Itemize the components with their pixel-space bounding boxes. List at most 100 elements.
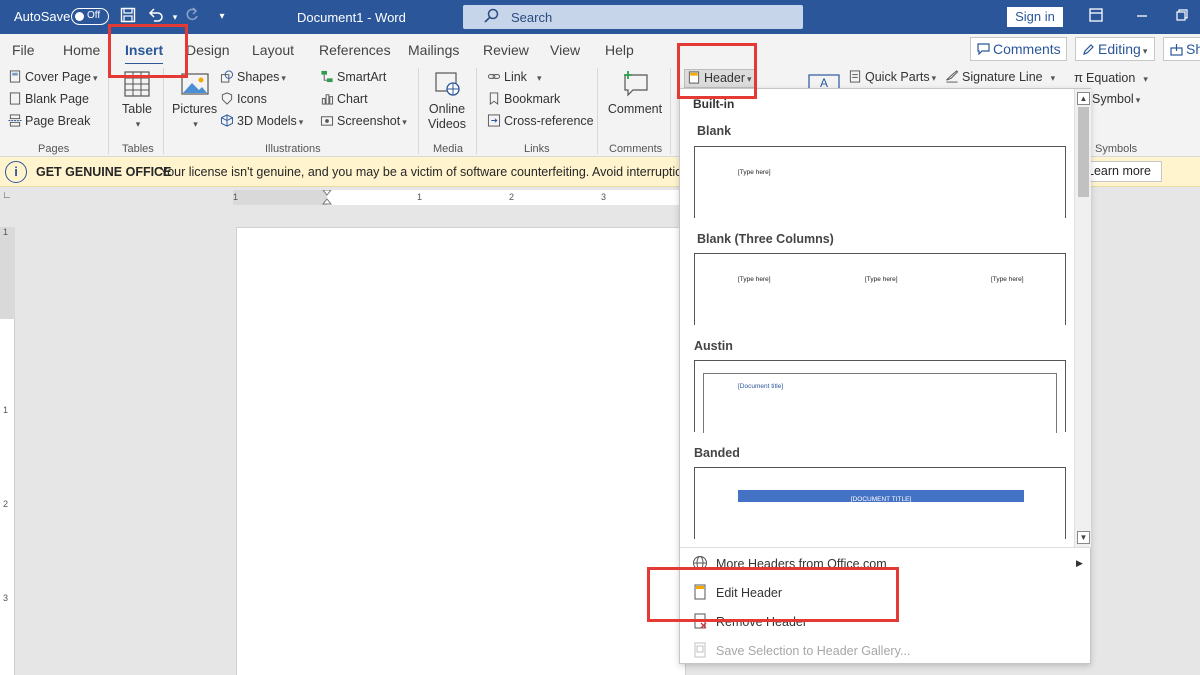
group-separator — [108, 68, 109, 154]
learn-more-button[interactable]: Learn more — [1082, 161, 1162, 182]
blank-page-label: Blank Page — [25, 92, 89, 106]
placeholder-text: [Type here] — [991, 276, 1024, 283]
smartart-icon — [321, 70, 333, 83]
group-label-symbols: Symbols — [1095, 143, 1138, 155]
cover-page-button[interactable]: Cover Page ▾ — [8, 70, 98, 84]
scroll-down-icon[interactable]: ▼ — [1077, 531, 1090, 544]
autosave-state: Off — [87, 10, 101, 21]
cross-reference-button[interactable]: Cross-reference — [487, 114, 594, 128]
quick-parts-button[interactable]: Quick Parts ▾ — [848, 70, 936, 84]
new-comment-button[interactable]: Comment — [606, 70, 664, 117]
editing-button[interactable]: Editing ▾ — [1075, 37, 1155, 61]
screenshot-button[interactable]: Screenshot ▾ — [320, 114, 407, 128]
tab-selector-icon[interactable]: ∟ — [2, 190, 14, 202]
banded-bar: [DOCUMENT TITLE] — [738, 490, 1024, 503]
save-selection-menu-item: Save Selection to Header Gallery... — [716, 644, 911, 658]
ribbon-display-icon[interactable] — [1086, 7, 1106, 27]
comment-label: Comment — [607, 102, 663, 116]
gallery-item-banded[interactable]: [DOCUMENT TITLE] — [694, 467, 1066, 539]
gallery-scrollbar[interactable]: ▲ ▼ — [1074, 89, 1091, 547]
document-page[interactable] — [236, 227, 686, 675]
placeholder-text: [Type here] — [865, 276, 898, 283]
group-label-comments: Comments — [609, 143, 663, 155]
smartart-label: SmartArt — [337, 70, 387, 84]
ruler-mark: 2 — [509, 192, 515, 202]
table-button[interactable]: Table ▾ — [118, 70, 156, 132]
ruler-mark: 3 — [601, 192, 607, 202]
customize-icon[interactable]: ▾ — [212, 7, 232, 27]
chart-button[interactable]: Chart — [320, 92, 368, 106]
group-separator — [476, 68, 477, 154]
placeholder-text: [Document title] — [738, 383, 784, 390]
tab-review[interactable]: Review — [483, 42, 529, 58]
comments-button[interactable]: Comments — [970, 37, 1067, 61]
signature-line-label: Signature Line — [962, 70, 1043, 84]
group-separator — [597, 68, 598, 154]
save-selection-icon — [694, 642, 706, 658]
smartart-button[interactable]: SmartArt — [320, 70, 386, 84]
scrollbar-thumb[interactable] — [1078, 107, 1089, 197]
gallery-item-blank-three-columns[interactable]: [Type here] [Type here] [Type here] — [694, 253, 1066, 325]
icons-button[interactable]: Icons — [220, 92, 267, 106]
shapes-icon — [220, 70, 234, 83]
share-label: Sh — [1186, 41, 1200, 57]
group-label-media: Media — [433, 143, 463, 155]
ruler-mark: 1 — [3, 405, 9, 415]
search-label: Search — [511, 10, 553, 25]
sign-in-button[interactable]: Sign in — [1007, 7, 1063, 27]
pi-icon: π — [1074, 70, 1083, 85]
toggle-knob — [75, 12, 84, 21]
tab-layout[interactable]: Layout — [252, 42, 294, 58]
search-box[interactable]: Search — [463, 5, 803, 29]
autosave-label: AutoSave — [14, 9, 71, 24]
tab-file[interactable]: File — [12, 42, 35, 58]
comment-icon — [977, 43, 990, 55]
signature-line-button[interactable]: Signature Line ▾ — [945, 70, 1055, 84]
notice-message: Your license isn't genuine, and you may … — [160, 165, 680, 179]
autosave-toggle[interactable]: Off — [71, 8, 109, 25]
highlight-header-button — [677, 43, 757, 99]
horizontal-ruler[interactable]: 1 1 2 3 — [233, 190, 680, 205]
pictures-label: Pictures — [172, 102, 218, 116]
table-label: Table — [122, 102, 152, 116]
equation-button[interactable]: π Equation ▾ — [1074, 70, 1148, 85]
header-gallery: Blank [Type here] Blank (Three Columns) … — [680, 113, 1074, 545]
online-videos-button[interactable]: Online Videos — [424, 70, 470, 132]
cross-reference-icon — [487, 114, 501, 127]
pictures-button[interactable]: Pictures ▾ — [172, 70, 217, 132]
cover-page-label: Cover Page — [25, 70, 92, 84]
quick-parts-label: Quick Parts — [865, 70, 930, 84]
tab-mailings[interactable]: Mailings — [408, 42, 459, 58]
ruler-mark: 1 — [3, 227, 9, 237]
cube-icon — [220, 114, 234, 127]
tab-home[interactable]: Home — [63, 42, 100, 58]
3d-models-button[interactable]: 3D Models ▾ — [220, 114, 303, 128]
link-label: Link — [504, 70, 527, 84]
blank-page-button[interactable]: Blank Page — [8, 92, 89, 106]
shapes-button[interactable]: Shapes ▾ — [220, 70, 286, 84]
built-in-section-label: Built-in — [693, 97, 735, 111]
group-separator — [418, 68, 419, 154]
symbol-button[interactable]: Symbol ▾ — [1092, 92, 1140, 106]
vertical-ruler[interactable]: 1 1 2 3 — [0, 227, 15, 675]
3d-models-label: 3D Models — [237, 114, 297, 128]
tab-view[interactable]: View — [550, 42, 580, 58]
scroll-up-icon[interactable]: ▲ — [1077, 92, 1090, 105]
tab-help[interactable]: Help — [605, 42, 634, 58]
restore-icon[interactable] — [1172, 7, 1192, 27]
share-button[interactable]: Sh — [1163, 37, 1200, 61]
info-icon: i — [5, 161, 27, 183]
notice-title: GET GENUINE OFFICE — [36, 165, 172, 179]
gallery-item-blank[interactable]: [Type here] — [694, 146, 1066, 218]
minimize-icon[interactable] — [1132, 7, 1152, 27]
bookmark-button[interactable]: Bookmark — [487, 92, 560, 106]
tab-references[interactable]: References — [319, 42, 391, 58]
search-icon — [484, 8, 499, 23]
link-button[interactable]: Link ▾ — [487, 70, 541, 84]
gallery-item-austin[interactable]: [Document title] — [694, 360, 1066, 433]
indent-marker-icon[interactable] — [322, 190, 332, 205]
page-break-button[interactable]: Page Break — [8, 114, 90, 128]
tab-design[interactable]: Design — [186, 42, 230, 58]
group-label-pages: Pages — [38, 143, 70, 155]
gallery-item-title: Blank — [697, 124, 732, 138]
